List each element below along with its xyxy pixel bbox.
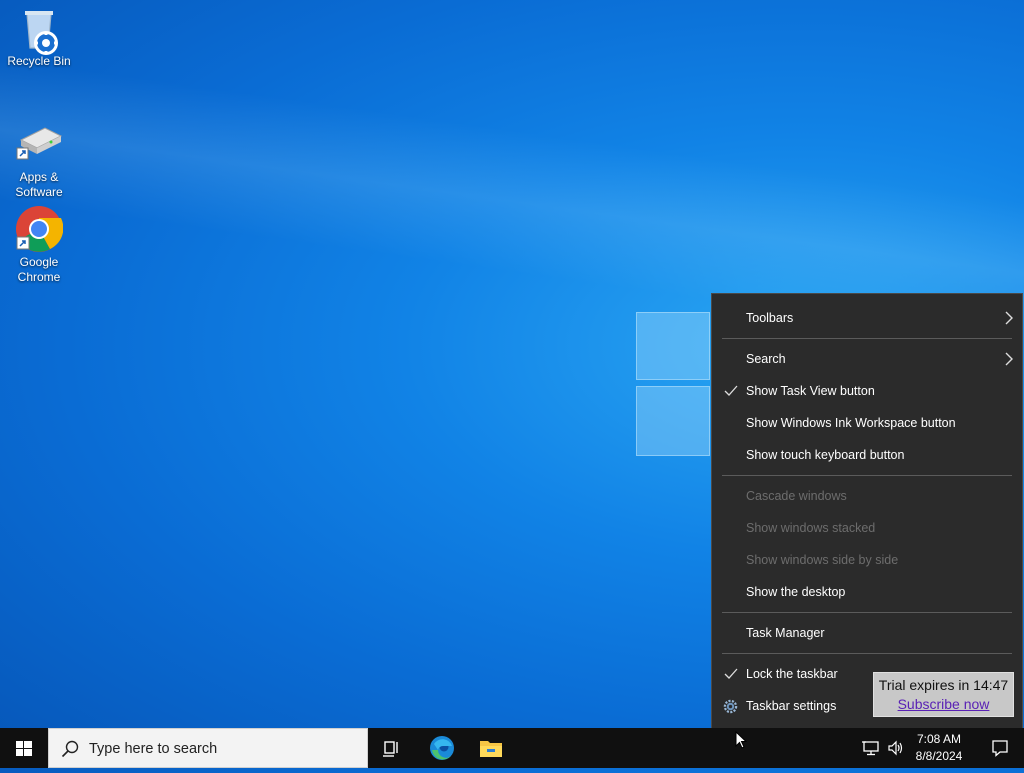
desktop-icon-google-chrome[interactable]: Google Chrome (0, 205, 78, 285)
desktop-icon-label: Apps & Software (15, 170, 63, 199)
network-tray-button[interactable] (858, 728, 884, 768)
trial-message: Trial expires in 14:47 (878, 677, 1009, 693)
menu-item-label: Show Task View button (746, 384, 875, 398)
desktop-icon-apps-software[interactable]: Apps & Software (0, 120, 78, 200)
volume-tray-button[interactable] (884, 728, 908, 768)
menu-item-label: Cascade windows (746, 489, 847, 503)
speaker-icon (888, 740, 903, 756)
menu-item-label: Show Windows Ink Workspace button (746, 416, 956, 430)
notification-icon (992, 740, 1008, 757)
menu-item-label: Show windows side by side (746, 553, 899, 567)
menu-item-label: Task Manager (746, 626, 825, 640)
menu-item-label: Show the desktop (746, 585, 846, 599)
menu-item-show-desktop[interactable]: Show the desktop (712, 576, 1022, 608)
search-icon (61, 740, 79, 758)
drive-icon (15, 120, 63, 168)
menu-item-show-task-view[interactable]: Show Task View button (712, 375, 1022, 407)
menu-separator (722, 653, 1012, 654)
taskbar: Type here to search 7:08 AM 8/8/2024 (0, 728, 1024, 768)
menu-item-label: Taskbar settings (746, 699, 837, 713)
trial-expiry-popup: Trial expires in 14:47 Subscribe now (873, 672, 1014, 717)
menu-item-label: Show touch keyboard button (746, 448, 905, 462)
taskbar-edge-button[interactable] (418, 728, 466, 768)
file-explorer-icon (480, 741, 502, 757)
clock-date: 8/8/2024 (915, 749, 963, 763)
menu-item-toolbars[interactable]: Toolbars (712, 302, 1022, 334)
menu-item-search[interactable]: Search (712, 343, 1022, 375)
task-view-button[interactable] (368, 728, 416, 768)
network-icon (862, 741, 879, 756)
chevron-right-icon (1005, 352, 1013, 366)
action-center-button[interactable] (976, 728, 1024, 768)
desktop-icon-recycle-bin[interactable]: Recycle Bin (0, 8, 78, 69)
checkmark-icon (724, 385, 738, 396)
menu-item-task-manager[interactable]: Task Manager (712, 617, 1022, 649)
gear-icon (723, 699, 738, 713)
checkmark-icon (724, 668, 738, 679)
menu-item-show-touch-keyboard[interactable]: Show touch keyboard button (712, 439, 1022, 471)
menu-item-label: Search (746, 352, 786, 366)
edge-icon (430, 736, 454, 760)
menu-separator (722, 475, 1012, 476)
menu-item-show-windows-side-by-side: Show windows side by side (712, 544, 1022, 576)
menu-item-label: Lock the taskbar (746, 667, 838, 681)
menu-item-cascade-windows: Cascade windows (712, 480, 1022, 512)
menu-separator (722, 338, 1012, 339)
taskbar-search-box[interactable]: Type here to search (48, 728, 368, 768)
menu-item-show-ink-workspace[interactable]: Show Windows Ink Workspace button (712, 407, 1022, 439)
recycle-bin-icon (15, 8, 63, 56)
desktop-icon-label: Google Chrome (17, 255, 61, 284)
subscribe-link[interactable]: Subscribe now (874, 695, 1013, 714)
taskbar-context-menu: Toolbars Search Show Task View button Sh… (711, 293, 1023, 730)
taskbar-clock[interactable]: 7:08 AM 8/8/2024 (910, 731, 968, 765)
taskbar-file-explorer-button[interactable] (467, 728, 515, 768)
start-button[interactable] (0, 728, 48, 768)
chevron-right-icon (1005, 311, 1013, 325)
menu-separator (722, 612, 1012, 613)
menu-item-label: Toolbars (746, 311, 794, 325)
windows-logo-icon (16, 741, 32, 756)
chrome-icon (15, 205, 64, 253)
task-view-icon (383, 741, 398, 757)
menu-item-label: Show windows stacked (746, 521, 876, 535)
search-placeholder: Type here to search (89, 741, 218, 757)
clock-time: 7:08 AM (916, 732, 962, 746)
menu-item-show-windows-stacked: Show windows stacked (712, 512, 1022, 544)
mouse-cursor-icon (735, 731, 747, 749)
